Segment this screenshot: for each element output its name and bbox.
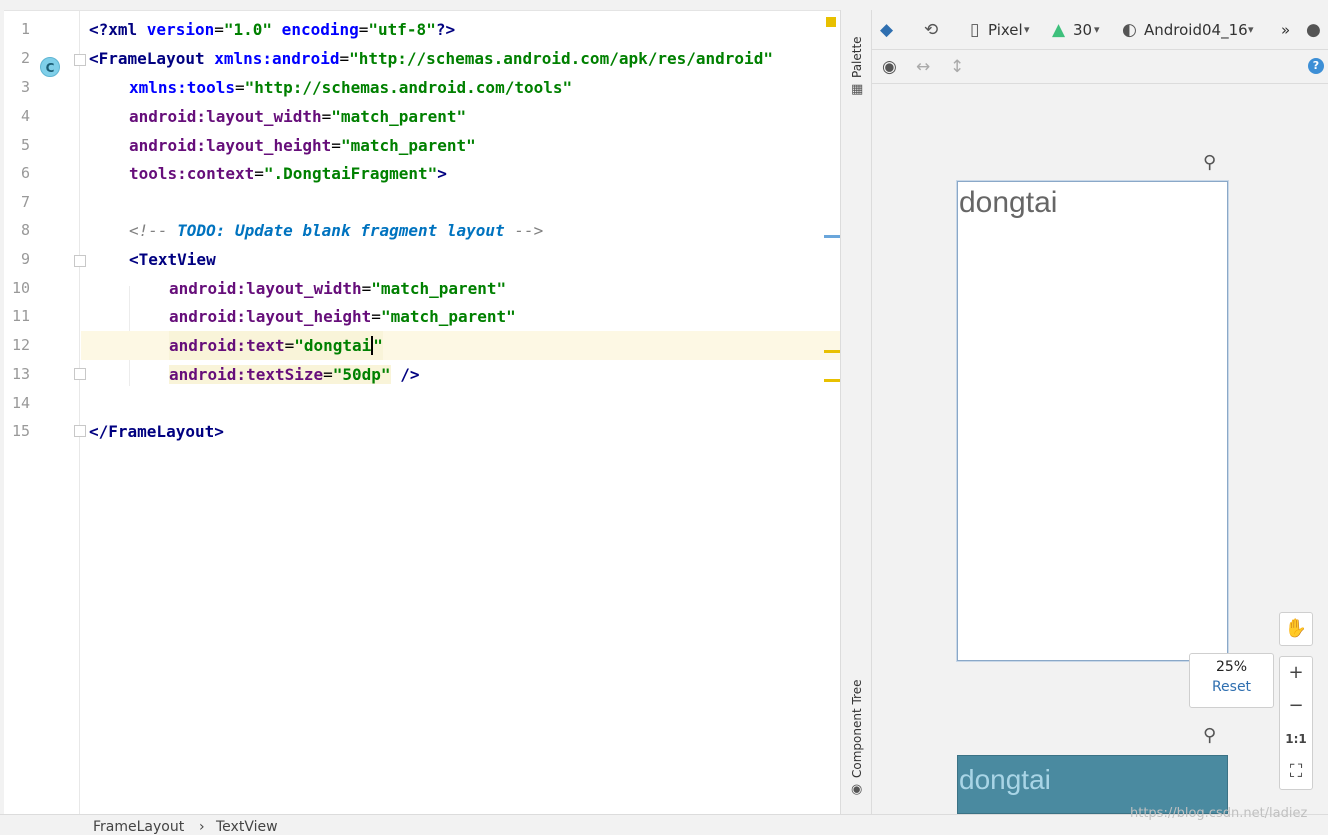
- view-toolbar: ◉ ↔ ↕ ?: [872, 50, 1328, 84]
- line-number: 4: [20, 107, 30, 125]
- line-number: 8: [20, 221, 30, 239]
- design-preview[interactable]: dongtai: [957, 181, 1228, 661]
- code-line: android:layout_width="match_parent": [129, 107, 467, 126]
- code-line: <TextView: [129, 250, 216, 269]
- zoom-controls: + − 1:1 ⛶: [1279, 656, 1313, 790]
- design-panel: ◆ ⟲ ▯ Pixel ▾ ▲ 30 ▾ ◐ Android04_16 ▾ » …: [872, 10, 1328, 814]
- theme-dropdown[interactable]: Android04_16: [1144, 20, 1248, 40]
- watermark: https://blog.csdn.net/ladiez: [1130, 806, 1308, 821]
- code-line: </FrameLayout>: [89, 422, 224, 441]
- wrench-icon[interactable]: ⚲: [1203, 152, 1216, 173]
- orientation-icon[interactable]: ⟲: [924, 20, 938, 40]
- code-line: <?xml version="1.0" encoding="utf-8"?>: [89, 20, 456, 39]
- zoom-reset-link[interactable]: Reset: [1190, 679, 1273, 695]
- zoom-indicator: 25% Reset: [1189, 653, 1274, 708]
- code-line: <!-- TODO: Update blank fragment layout …: [129, 221, 544, 240]
- line-gutter: 1 2 3 4 5 6 7 8 9 10 11 12 13 14 15: [4, 11, 80, 814]
- class-gutter-icon[interactable]: C: [40, 57, 60, 77]
- code-line: android:layout_height="match_parent": [169, 307, 516, 326]
- vertical-resize-icon[interactable]: ↕: [950, 57, 964, 77]
- breadcrumb-framelayout[interactable]: FrameLayout: [93, 819, 184, 835]
- design-toolbar: ◆ ⟲ ▯ Pixel ▾ ▲ 30 ▾ ◐ Android04_16 ▾ » …: [872, 10, 1328, 50]
- code-area[interactable]: <?xml version="1.0" encoding="utf-8"?> <…: [81, 11, 840, 814]
- layers-icon[interactable]: ◆: [880, 20, 893, 40]
- inspection-status-icon[interactable]: [826, 17, 836, 27]
- line-number: 2: [20, 49, 30, 67]
- blueprint-textview[interactable]: dongtai: [959, 764, 1051, 796]
- breadcrumb-textview[interactable]: TextView: [216, 819, 278, 835]
- warning-icon[interactable]: ●: [1306, 20, 1321, 40]
- preview-textview[interactable]: dongtai: [959, 186, 1057, 220]
- code-line: android:textSize="50dp" />: [169, 365, 420, 384]
- line-number: 6: [20, 164, 30, 182]
- scroll-marker[interactable]: [824, 379, 840, 382]
- code-line: xmlns:tools="http://schemas.android.com/…: [129, 78, 573, 97]
- zoom-actual-size-button[interactable]: 1:1: [1280, 723, 1312, 755]
- chevron-down-icon: ▾: [1248, 23, 1254, 36]
- api-dropdown[interactable]: 30: [1073, 20, 1092, 40]
- code-line: <FrameLayout xmlns:android="http://schem…: [89, 49, 773, 68]
- line-number: 12: [11, 336, 30, 354]
- android-icon: ▲: [1052, 20, 1066, 40]
- line-number: 14: [11, 394, 30, 412]
- wrench-icon[interactable]: ⚲: [1203, 725, 1216, 746]
- ide-window: 1 2 3 4 5 6 7 8 9 10 11 12 13 14 15 C <?…: [0, 0, 1328, 835]
- palette-icon[interactable]: ▦: [851, 82, 863, 97]
- code-line: tools:context=".DongtaiFragment">: [129, 164, 447, 183]
- code-editor[interactable]: 1 2 3 4 5 6 7 8 9 10 11 12 13 14 15 C <?…: [4, 10, 840, 814]
- side-tool-strip: Palette ▦ Component Tree ◉: [840, 10, 872, 814]
- component-tree-tab[interactable]: Component Tree: [850, 680, 864, 778]
- overflow-button[interactable]: »: [1281, 20, 1290, 40]
- breadcrumb-bar: FrameLayout › TextView: [0, 814, 1328, 835]
- zoom-in-button[interactable]: +: [1280, 657, 1312, 689]
- zoom-fit-button[interactable]: ⛶: [1280, 756, 1312, 788]
- line-number: 13: [11, 365, 30, 383]
- line-number: 5: [20, 136, 30, 154]
- line-number: 3: [20, 78, 30, 96]
- line-number: 10: [11, 279, 30, 297]
- zoom-percent: 25%: [1215, 659, 1248, 675]
- device-icon: ▯: [970, 20, 980, 40]
- current-code-line: android:text="dongtai ": [81, 331, 840, 360]
- line-number: 15: [11, 422, 30, 440]
- line-number: 1: [20, 20, 30, 38]
- eye-icon[interactable]: ◉: [882, 57, 897, 77]
- theme-icon: ◐: [1122, 20, 1137, 40]
- line-number: 11: [11, 307, 30, 325]
- chevron-down-icon: ▾: [1094, 23, 1100, 36]
- line-number: 9: [20, 250, 30, 268]
- chevron-down-icon: ▾: [1024, 23, 1030, 36]
- scroll-marker[interactable]: [824, 235, 840, 238]
- pan-button[interactable]: ✋: [1279, 612, 1313, 646]
- code-line: android:layout_height="match_parent": [129, 136, 476, 155]
- device-dropdown[interactable]: Pixel: [988, 20, 1023, 40]
- palette-tab[interactable]: Palette: [850, 36, 864, 78]
- breadcrumb-separator: ›: [199, 819, 205, 835]
- horizontal-resize-icon[interactable]: ↔: [916, 57, 930, 77]
- globe-icon[interactable]: ◉: [851, 782, 862, 797]
- code-line: android:layout_width="match_parent": [169, 279, 507, 298]
- zoom-out-button[interactable]: −: [1280, 690, 1312, 722]
- scroll-marker[interactable]: [824, 350, 840, 353]
- line-number: 7: [20, 193, 30, 211]
- help-icon[interactable]: ?: [1308, 58, 1324, 74]
